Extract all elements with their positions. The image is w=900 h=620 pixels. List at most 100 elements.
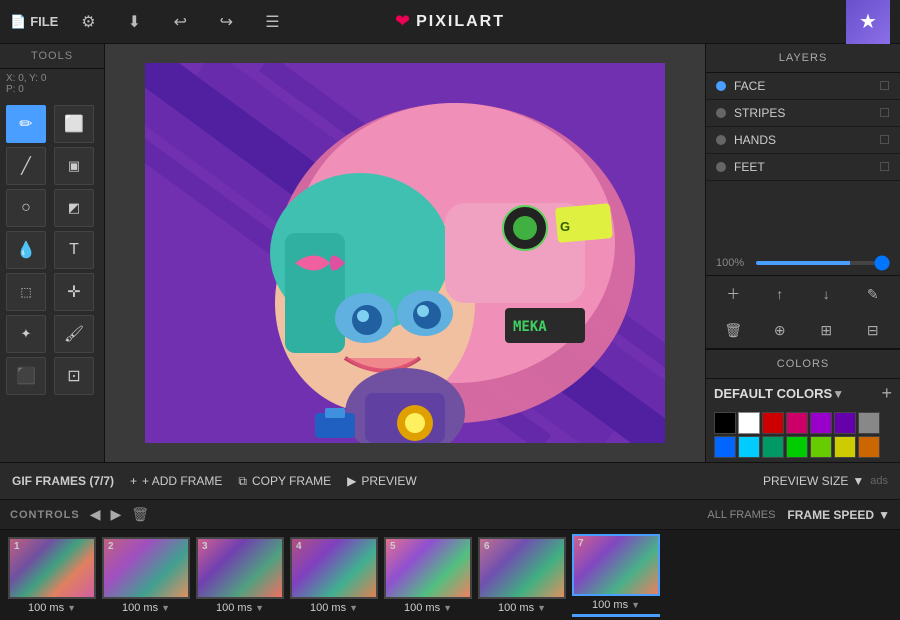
swatch-green[interactable] [786,436,808,458]
edit-layer-button[interactable]: ✎ [857,280,889,308]
frame-speed-dropdown-2[interactable]: ▼ [161,603,170,613]
colors-dropdown-arrow[interactable]: ▼ [832,387,844,401]
eraser-tool[interactable]: ⬜ [54,105,94,143]
add-frame-button[interactable]: + + ADD FRAME [130,474,222,488]
layer-name-stripes: STRIPES [734,106,871,120]
swatch-red[interactable] [762,412,784,434]
settings-button[interactable]: ⚙ [72,6,104,38]
layer-visibility-stripes[interactable]: ☐ [879,106,890,120]
undo-button[interactable]: ↩ [164,6,196,38]
duplicate-layer-button[interactable]: ⊕ [764,316,796,344]
move-layer-down-button[interactable]: ↓ [810,280,842,308]
move-tool[interactable]: ✛ [54,273,94,311]
canvas-area[interactable]: G MEKA [105,44,705,462]
frame-speed-val-6: 100 ms [498,602,534,614]
frame-speed-row-2: 100 ms ▼ [122,602,170,614]
gif-title: GIF FRAMES (7/7) [12,474,114,488]
frame-speed-row-4: 100 ms ▼ [310,602,358,614]
layers-title: LAYERS [706,44,900,73]
frame-speed-dropdown-6[interactable]: ▼ [537,603,546,613]
frame-speed-dropdown-5[interactable]: ▼ [443,603,452,613]
frame-speed-dropdown-3[interactable]: ▼ [255,603,264,613]
add-layer-button[interactable]: ＋ [717,280,749,308]
frame-img-5 [386,539,470,597]
layer-visibility-hands[interactable]: ☐ [879,133,890,147]
file-button[interactable]: 📄 FILE [10,14,58,30]
frame-thumb-6[interactable]: 6 [478,537,566,599]
wand-tool[interactable]: ✦ [6,315,46,353]
frame-1: 1 100 ms ▼ [8,537,96,614]
frame-speed-row-6: 100 ms ▼ [498,602,546,614]
move-layer-up-button[interactable]: ↑ [764,280,796,308]
swatch-lime[interactable] [810,436,832,458]
redo-button[interactable]: ↪ [210,6,242,38]
swatch-yellow[interactable] [834,436,856,458]
stamp-tool[interactable]: ⬚ [6,273,46,311]
star-button[interactable]: ★ [846,0,890,44]
crop-tool[interactable]: ⊡ [54,357,94,395]
prev-frame-button[interactable]: ◀ [90,506,101,523]
fill-tool[interactable]: ◩ [54,189,94,227]
layer-hands[interactable]: HANDS ☐ [706,127,900,154]
circle-tool[interactable]: ○ [6,189,46,227]
frames-controls: CONTROLS ◀ ▶ 🗑 ALL FRAMES FRAME SPEED ▼ [0,500,900,530]
copy-frame-button[interactable]: ⧉ COPY FRAME [238,474,331,489]
preview-button[interactable]: ▶ PREVIEW [347,474,417,488]
merge-layer-button[interactable]: ⊞ [810,316,842,344]
file-label: FILE [30,14,58,29]
ads-label: ads [870,475,888,487]
frame-thumb-3[interactable]: 3 [196,537,284,599]
download-button[interactable]: ⬇ [118,6,150,38]
frame-speed-dropdown-1[interactable]: ▼ [67,603,76,613]
frame-thumb-1[interactable]: 1 [8,537,96,599]
layer-visibility-feet[interactable]: ☐ [879,160,890,174]
delete-layer-button[interactable]: 🗑 [717,316,749,344]
next-frame-button[interactable]: ▶ [111,506,122,523]
pencil-tool[interactable]: ✏ [6,105,46,143]
frame-6: 6 100 ms ▼ [478,537,566,614]
swatch-purple[interactable] [810,412,832,434]
layer-feet[interactable]: FEET ☐ [706,154,900,181]
swatch-dark-purple[interactable] [834,412,856,434]
layer-face[interactable]: FACE ☐ [706,73,900,100]
frame-thumb-5[interactable]: 5 [384,537,472,599]
frame-thumb-7[interactable]: 7 [572,534,660,596]
swatch-orange[interactable] [858,436,880,458]
pattern-tool[interactable]: ⬛ [6,357,46,395]
line-tool[interactable]: ╱ [6,147,46,185]
layer-stripes[interactable]: STRIPES ☐ [706,100,900,127]
swatch-grey[interactable] [858,412,880,434]
frame-speed-row-5: 100 ms ▼ [404,602,452,614]
preview-size-button[interactable]: PREVIEW SIZE ▼ [763,474,864,488]
pixel-canvas[interactable]: G MEKA [145,63,665,443]
layer-dot-hands [716,135,726,145]
swatch-teal[interactable] [762,436,784,458]
select-tool[interactable]: ▣ [54,147,94,185]
swatch-blue[interactable] [714,436,736,458]
layer-visibility-face[interactable]: ☐ [879,79,890,93]
frame-thumb-2[interactable]: 2 [102,537,190,599]
add-color-button[interactable]: + [881,383,892,404]
xy-coords: X: 0, Y: 0 [6,73,98,84]
frame-speed-button[interactable]: FRAME SPEED ▼ [787,508,890,522]
more-layer-button[interactable]: ⊟ [857,316,889,344]
frame-num-7: 7 [578,538,584,549]
color-pick-tool[interactable]: 💧 [6,231,46,269]
opacity-slider[interactable] [756,261,890,265]
frame-speed-dropdown-4[interactable]: ▼ [349,603,358,613]
swatch-white[interactable] [738,412,760,434]
frame-speed-dropdown-7[interactable]: ▼ [631,600,640,610]
menu-button[interactable]: ☰ [256,6,288,38]
swatch-black[interactable] [714,412,736,434]
text-tool[interactable]: T [54,231,94,269]
swatch-hotpink[interactable] [786,412,808,434]
brush-tool[interactable]: 🖌 [54,315,94,353]
file-icon: 📄 [10,14,26,30]
swatch-cyan[interactable] [738,436,760,458]
tools-grid: ✏ ⬜ ╱ ▣ ○ ◩ 💧 T ⬚ ✛ ✦ 🖌 ⬛ ⊡ [0,99,104,401]
delete-frame-button[interactable]: 🗑 [131,506,149,523]
frame-thumb-4[interactable]: 4 [290,537,378,599]
colors-section: COLORS DEFAULT COLORS ▼ + [706,349,900,462]
frame-num-2: 2 [108,541,114,552]
layer-name-feet: FEET [734,160,871,174]
